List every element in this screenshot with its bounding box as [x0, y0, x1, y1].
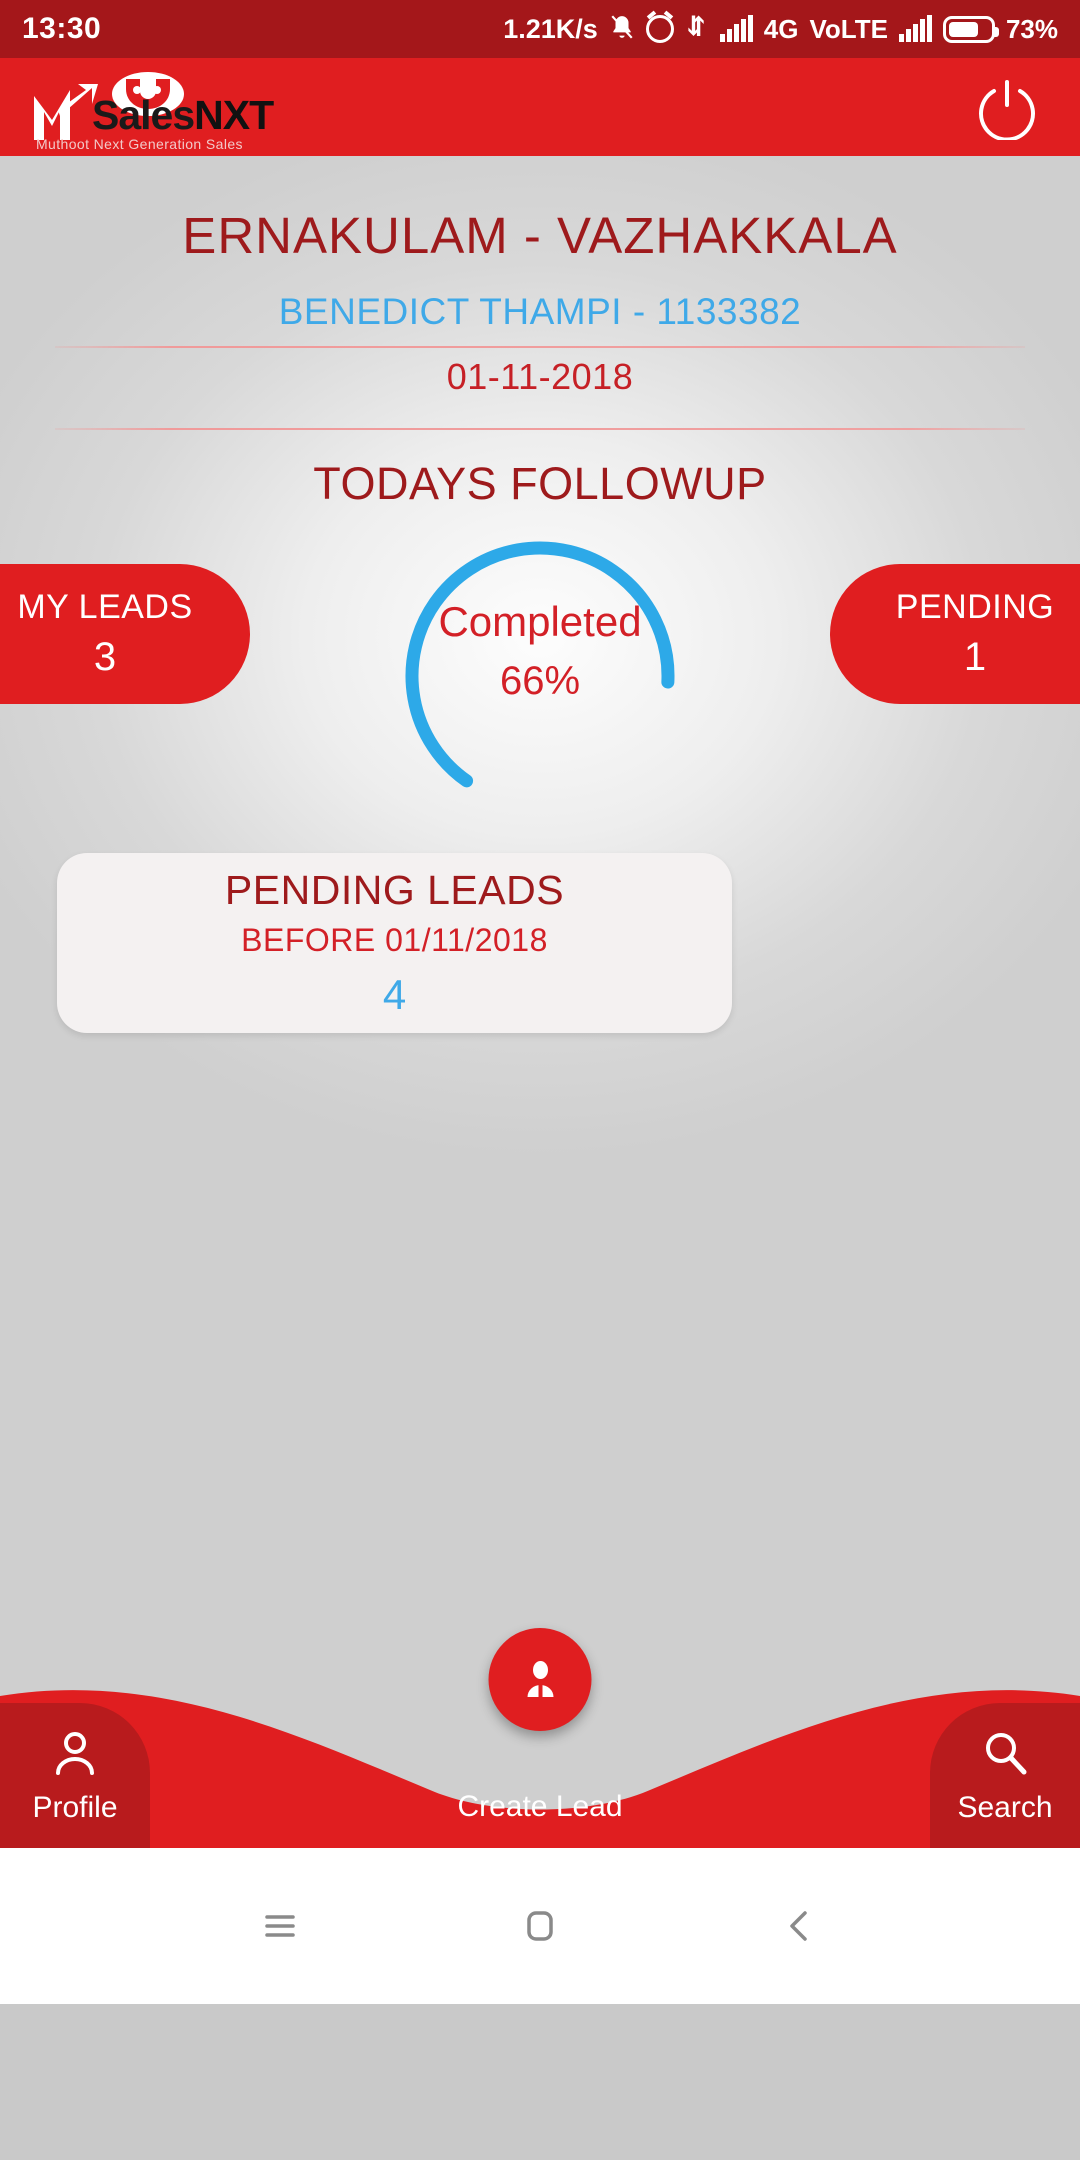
section-title-todays-followup: TODAYS FOLLOWUP [313, 458, 767, 509]
signal-bars-icon-2 [898, 15, 932, 42]
pending-leads-title: PENDING LEADS [224, 867, 565, 913]
add-person-icon [527, 1660, 553, 1697]
progress-label: Completed [438, 598, 642, 645]
create-lead-button[interactable] [488, 1628, 592, 1731]
branch-title: ERNAKULAM - VAZHAKKALA [182, 207, 898, 264]
nav-search-button[interactable]: Search [930, 1703, 1080, 1848]
my-leads-label: MY LEADS [17, 588, 193, 626]
status-volte: VoLTE [809, 13, 888, 44]
status-battery-percent: 73% [1005, 13, 1058, 44]
status-network-type: 4G [763, 13, 799, 44]
my-leads-value: 3 [93, 635, 117, 679]
pending-label: PENDING [895, 588, 1055, 626]
divider-1 [55, 346, 1025, 348]
back-icon[interactable] [765, 1891, 835, 1961]
data-transfer-icon [685, 13, 709, 46]
home-icon[interactable] [505, 1891, 575, 1961]
agent-name-id: BENEDICT THAMPI - 1133382 [278, 291, 802, 332]
bell-muted-icon [609, 12, 635, 47]
create-lead-label: Create Lead [457, 1790, 623, 1823]
status-net-speed: 1.21K/s [503, 13, 598, 44]
logo-tagline: Muthoot Next Generation Sales [36, 136, 243, 152]
menu-icon[interactable] [245, 1891, 315, 1961]
alarm-icon [645, 15, 674, 43]
nav-profile-button[interactable]: Profile [0, 1703, 150, 1848]
android-navigation-bar [0, 1848, 1080, 2004]
dashboard-content: ERNAKULAM - VAZHAKKALA BENEDICT THAMPI -… [0, 156, 1080, 2004]
status-bar: 13:30 1.21K/s 4G VoLTE 73% [0, 0, 1080, 58]
pending-value: 1 [963, 635, 987, 679]
my-leads-button[interactable]: MY LEADS 3 [0, 564, 250, 704]
bottom-navigation: Profile Search Create Lead [0, 1628, 1080, 1848]
pending-leads-count: 4 [382, 971, 407, 1018]
app-header: SalesNXT Muthoot Next Generation Sales [0, 58, 1080, 156]
pending-leads-subtitle: BEFORE 01/11/2018 [241, 922, 548, 958]
progress-percent: 66% [499, 659, 581, 703]
current-date: 01-11-2018 [446, 356, 634, 397]
pending-leads-card[interactable]: PENDING LEADS BEFORE 01/11/2018 4 [57, 853, 732, 1033]
search-icon [986, 1732, 1027, 1774]
completion-progress-ring: Completed 66% [370, 506, 710, 846]
person-icon [56, 1731, 94, 1775]
pending-button[interactable]: PENDING 1 [830, 564, 1080, 704]
divider-2 [55, 428, 1025, 430]
power-icon[interactable] [976, 78, 1038, 142]
app-logo: SalesNXT Muthoot Next Generation Sales [30, 70, 290, 154]
logo-brand-text: SalesNXT [92, 92, 274, 138]
signal-bars-icon [719, 15, 753, 42]
battery-icon [942, 15, 999, 43]
status-clock: 13:30 [22, 12, 102, 45]
